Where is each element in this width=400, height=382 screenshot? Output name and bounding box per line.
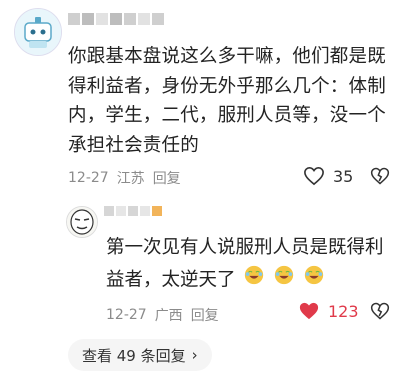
comment-meta: 12-27 江苏 回复: [68, 168, 181, 188]
comment-location: 江苏: [116, 171, 145, 187]
comment-text: 你跟基本盘说这么多干嘛，他们都是既得利益者，身份无外乎那么几个：体制内，学生，二…: [68, 46, 386, 156]
reply-date: 12-27: [106, 307, 147, 323]
laughing-crying-emoji-icon: [243, 264, 265, 297]
commenter-name-redacted[interactable]: [68, 10, 164, 28]
reply-text-block: 第一次见有人说服刑人员是既得利益者，太逆天了: [106, 232, 394, 297]
commenter-avatar[interactable]: [14, 8, 62, 56]
comment-dislike-button[interactable]: [370, 166, 390, 190]
reply-meta: 12-27 广西 回复: [106, 305, 219, 325]
reply-reply-button[interactable]: 回复: [191, 305, 219, 325]
reply-like-button[interactable]: 123: [298, 301, 359, 321]
laughing-crying-emoji-icon: [273, 264, 295, 297]
reply-like-count: 123: [328, 301, 359, 321]
heart-filled-icon: [299, 302, 319, 320]
view-more-label: 查看 49 条回复: [82, 346, 186, 365]
comment-like-count: 35: [333, 166, 354, 186]
chevron-right-icon: ›: [191, 346, 198, 364]
replier-avatar[interactable]: [66, 206, 98, 238]
comment-reply-button[interactable]: 回复: [153, 168, 181, 188]
robot-avatar-icon: [15, 9, 61, 55]
laughing-crying-emoji-icon: [303, 264, 325, 297]
reply-location: 广西: [154, 308, 183, 324]
broken-heart-icon: [370, 167, 390, 185]
replier-name-redacted[interactable]: [104, 206, 162, 216]
comment-like-button[interactable]: 35: [303, 166, 353, 186]
comment-date: 12-27: [68, 170, 109, 186]
reply-dislike-button[interactable]: [370, 301, 390, 325]
view-more-replies-button[interactable]: 查看 49 条回复 ›: [68, 339, 212, 371]
heart-outline-icon: [304, 166, 324, 186]
meme-face-avatar-icon: [67, 207, 97, 237]
broken-heart-icon: [370, 302, 390, 320]
